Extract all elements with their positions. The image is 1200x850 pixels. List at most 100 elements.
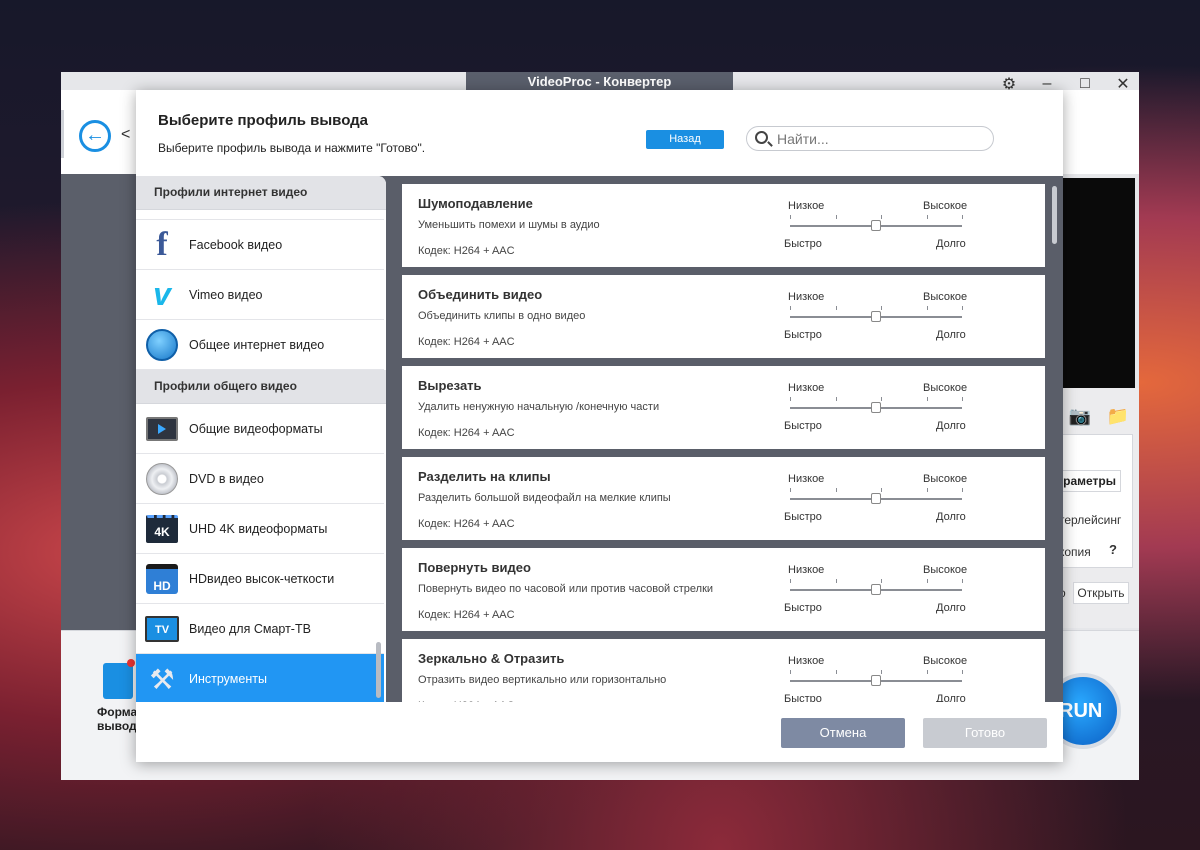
quality-low-label: Низкое	[788, 473, 825, 485]
speed-fast-label: Быстро	[784, 693, 822, 702]
tool-codec: Кодек: H264 + AAC	[418, 518, 515, 530]
deinterlace-label: терлейсинг	[1059, 513, 1122, 527]
open-button[interactable]: Открыть	[1073, 582, 1129, 604]
done-button[interactable]: Готово	[923, 718, 1047, 748]
tool-title: Объединить видео	[418, 287, 543, 302]
tool-card[interactable]: Разделить на клипы Разделить большой виде…	[402, 457, 1045, 540]
slider-thumb[interactable]	[871, 675, 881, 686]
app-back-arrow-icon[interactable]: ←	[79, 120, 111, 152]
sidebar-item-label: Общее интернет видео	[189, 337, 325, 352]
hd-icon: HD	[145, 562, 179, 596]
sidebar-item-label: Vimeo видео	[189, 287, 263, 302]
speed-slow-label: Долго	[936, 420, 966, 432]
sidebar-item-label: Инструменты	[189, 672, 267, 686]
camera-icon[interactable]: 📷	[1069, 406, 1091, 427]
notification-dot	[127, 659, 135, 667]
slider-tick	[927, 306, 928, 310]
folder-icon[interactable]: 📁	[1107, 406, 1129, 427]
slider-tick	[881, 488, 882, 492]
facebook-icon: f	[156, 225, 168, 263]
cancel-button[interactable]: Отмена	[781, 718, 905, 748]
speed-slow-label: Долго	[936, 511, 966, 523]
tool-card[interactable]: Вырезать Удалить ненужную начальную /коне…	[402, 366, 1045, 449]
slider-thumb[interactable]	[871, 584, 881, 595]
quality-high-label: Высокое	[923, 564, 968, 576]
window-title: VideoProc - Конвертер	[466, 72, 733, 90]
tool-card[interactable]: Повернуть видео Повернуть видео по часово…	[402, 548, 1045, 631]
slider-tick	[790, 306, 791, 310]
tool-card[interactable]: Шумоподавление Уменьшить помехи и шумы в …	[402, 184, 1045, 267]
section-internet-video: Профили интернет видео	[136, 176, 386, 210]
search-input[interactable]	[777, 130, 987, 147]
tools-list: Шумоподавление Уменьшить помехи и шумы в …	[402, 184, 1045, 702]
tool-description: Повернуть видео по часовой или против ча…	[418, 583, 714, 595]
tool-title: Повернуть видео	[418, 560, 531, 575]
slider-thumb[interactable]	[871, 493, 881, 504]
tools-icon: ⚒	[149, 663, 175, 695]
tool-codec: Кодек: H264 + AAC	[418, 336, 515, 348]
tool-title: Вырезать	[418, 378, 482, 393]
quality-low-label: Низкое	[788, 564, 825, 576]
4k-icon: 4K	[145, 512, 179, 546]
slider-tick	[962, 670, 963, 674]
sidebar-item-dvd[interactable]: DVD в видео	[136, 454, 384, 504]
tool-codec: Кодек: H264 + AAC	[418, 427, 515, 439]
back-button[interactable]: Назад	[646, 130, 724, 149]
sidebar-scrollbar[interactable]	[376, 642, 381, 698]
slider-tick	[790, 670, 791, 674]
output-format-icon[interactable]	[103, 663, 133, 699]
section-general-video: Профили общего видео	[136, 370, 386, 404]
sidebar-item-hd[interactable]: HD HDвидео высок-четкости	[136, 554, 384, 604]
sidebar-item-tools[interactable]: ⚒ Инструменты	[136, 654, 384, 702]
params-button[interactable]: раметры	[1057, 470, 1121, 492]
slider-tick	[962, 488, 963, 492]
tool-card[interactable]: Зеркально & Отразить Отразить видео верти…	[402, 639, 1045, 702]
slider-tick	[836, 306, 837, 310]
slider-thumb[interactable]	[871, 402, 881, 413]
slider-thumb[interactable]	[871, 220, 881, 231]
quality-high-label: Высокое	[923, 382, 968, 394]
quality-low-label: Низкое	[788, 200, 825, 212]
sidebar-item-label: HDвидео высок-четкости	[189, 571, 335, 586]
tool-title: Зеркально & Отразить	[418, 651, 565, 666]
slider-tick	[790, 215, 791, 219]
sidebar-item-general-internet[interactable]: Общее интернет видео	[136, 320, 384, 370]
sidebar-item-general-formats[interactable]: Общие видеоформаты	[136, 404, 384, 454]
slider-tick	[881, 215, 882, 219]
output-format-label: Форма вывод	[97, 705, 137, 733]
sidebar-item-facebook[interactable]: f Facebook видео	[136, 220, 384, 270]
help-mark[interactable]: ?	[1109, 542, 1117, 557]
dvd-icon	[145, 462, 179, 496]
slider-tick	[790, 397, 791, 401]
tool-codec: Кодек: H264 + AAC	[418, 700, 515, 702]
slider-tick	[881, 670, 882, 674]
quality-low-label: Низкое	[788, 382, 825, 394]
sidebar-item-vimeo[interactable]: v Vimeo видео	[136, 270, 384, 320]
quality-low-label: Низкое	[788, 291, 825, 303]
sidebar-item-uhd-4k[interactable]: 4K UHD 4K видеоформаты	[136, 504, 384, 554]
monitor-play-icon	[145, 412, 179, 446]
quality-high-label: Высокое	[923, 291, 968, 303]
list-spacer	[136, 210, 384, 220]
slider-tick	[836, 215, 837, 219]
video-preview	[1061, 178, 1135, 388]
tool-description: Удалить ненужную начальную /конечную час…	[418, 401, 660, 413]
speed-fast-label: Быстро	[784, 238, 822, 250]
output-profile-dialog: Выберите профиль вывода Выберите профиль…	[136, 90, 1063, 762]
speed-fast-label: Быстро	[784, 602, 822, 614]
tool-card[interactable]: Объединить видео Объединить клипы в одно …	[402, 275, 1045, 358]
quality-high-label: Высокое	[923, 655, 968, 667]
tools-scrollbar[interactable]	[1052, 186, 1057, 244]
sidebar-item-smart-tv[interactable]: TV Видео для Смарт-ТВ	[136, 604, 384, 654]
slider-tick	[836, 579, 837, 583]
sidebar-item-label: Facebook видео	[189, 237, 283, 252]
tv-icon: TV	[145, 612, 179, 646]
speed-slow-label: Долго	[936, 329, 966, 341]
sidebar-item-label: UHD 4K видеоформаты	[189, 521, 328, 536]
sidebar-item-label: Общие видеоформаты	[189, 421, 323, 436]
slider-thumb[interactable]	[871, 311, 881, 322]
dialog-body: Профили интернет видео f Facebook видео …	[136, 176, 1063, 702]
slider-tick	[836, 397, 837, 401]
slider-tick	[836, 488, 837, 492]
tool-description: Уменьшить помехи и шумы в аудио	[418, 219, 600, 231]
